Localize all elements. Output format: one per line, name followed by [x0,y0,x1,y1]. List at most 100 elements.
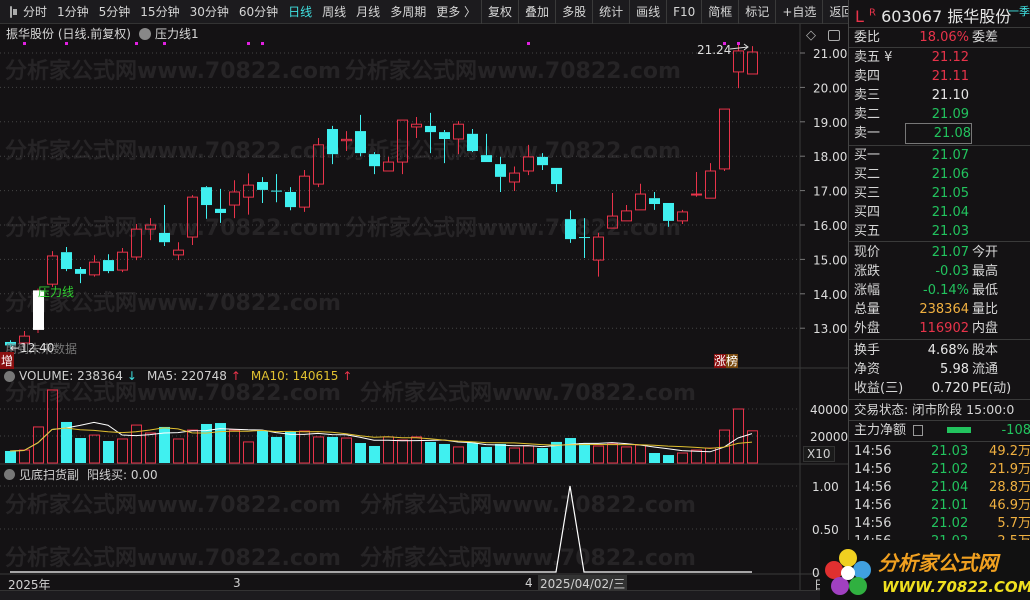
list-icon[interactable] [913,425,923,436]
candle-body [565,219,576,240]
r-tag: R [869,7,876,19]
tick-volume: 28.8万 [989,480,1030,495]
price-tick-label: 13.00 [813,322,847,336]
watermark-text: 分析家公式网www.70822.com [5,215,341,241]
indicator-dropdown-icon[interactable] [4,469,15,480]
signal-marker [737,42,740,45]
bid-row: 买二 21.06 [849,165,1030,184]
stock-code-name: 603067 振华股份 [881,7,1012,26]
row-label: 换手 [854,343,881,358]
trade-status-text: 交易状态: 闭市阶段 15:00:0 [854,402,1015,417]
volume-bar [467,443,478,463]
row-value: 21.11 [931,69,969,84]
watermark-text: 分析家公式网www.70822.com [5,58,341,84]
volume-bar [607,443,618,464]
volume-bar [243,441,254,464]
candle-body [579,237,590,239]
row-value: 21.03 [931,224,969,239]
volume-bar [537,448,548,463]
volume-bar [341,437,352,464]
volume-bar [523,445,534,464]
volume-bar [495,443,506,463]
increase-tag[interactable]: 增 [0,352,15,369]
candle-body [173,249,184,256]
candle-body [369,154,380,167]
candle-body [747,51,758,75]
volume-bar [257,431,268,463]
row-label: 总量 [854,302,881,317]
candle-body [117,251,128,271]
candle-body [201,187,212,206]
candle [229,180,240,219]
row-label: 卖五 ¥ [854,50,893,65]
stat-row: 收益(三) 0.720 PE(动) [849,379,1030,398]
volume-bar [691,449,702,464]
candle [467,129,478,153]
stat-row: 换手 4.68% 股本 [849,341,1030,360]
rank-tag[interactable]: 涨榜 [714,352,739,369]
volume-bar [229,429,240,464]
high-price-label: 21.24 [697,43,732,57]
volume-bar [439,443,450,463]
candle [719,108,730,171]
bottom-tab-bar[interactable] [0,590,848,600]
row-value: 21.07 [931,245,969,260]
volume-bar [19,449,30,464]
signal-marker [23,42,26,45]
tick-volume: 5.7万 [997,516,1030,531]
site-logo: 分析家公式网 WWW.70822.COM [820,540,1030,600]
volume-multiplier[interactable]: X10 [803,446,835,462]
row-label: 卖二 [854,107,881,122]
signal-marker [65,42,68,45]
row-right-label: 量比 [972,302,999,317]
volume-bar [663,455,674,463]
volume-bar [117,438,128,464]
row-right-label: 流通 [972,362,999,377]
row-value: 21.04 [931,205,969,220]
signal-marker [163,42,166,45]
tick-row: 14:56 21.01 46.9万 [849,497,1030,515]
price-tick-label: 21.00 [813,47,847,61]
watermark-text: 分析家公式网www.70822.com [5,380,341,406]
candle-body [467,133,478,152]
candle [117,248,128,273]
season-tag[interactable]: 一季 [1008,3,1030,19]
candle [705,163,716,199]
watermark-text: 分析家公式网www.70822.com [360,380,696,406]
ask-row: 卖一 21.08 [849,123,1030,144]
candle-body [719,108,730,170]
candle [131,223,142,261]
candle-body [229,191,240,206]
row-label: 现价 [854,245,881,260]
volume-bar [565,438,576,463]
tick-price: 21.03 [931,444,969,459]
row-right-label: PE(动) [972,381,1012,396]
volume-bar [159,426,170,463]
main-net-bar [947,427,971,433]
trade-status: 交易状态: 闭市阶段 15:00:0 [849,400,1030,419]
volume-bar [131,424,142,464]
stat-row: 总量 238364 量比 [849,300,1030,319]
volume-bar [355,443,366,463]
candle-body [215,208,226,213]
tick-time: 14:56 [854,516,892,531]
row-label: 委比 [854,30,881,45]
ma5-value: MA5: 220748 [146,369,227,383]
tick-time: 14:56 [854,498,892,513]
candle-body [243,184,254,198]
volume-bar [649,453,660,463]
volume-dropdown-icon[interactable] [4,370,15,382]
candle-body [285,191,296,208]
volume-bar [397,439,408,464]
ask-row: 卖五 ¥ 21.12 [849,48,1030,67]
watermark-text: 分析家公式网www.70822.com [5,545,341,571]
volume-bar [145,432,156,464]
kline-chart[interactable]: 分析家公式网www.70822.com 分析家公式网www.70822.com 分析… [0,0,848,600]
candle-body [89,261,100,276]
tick-time: 14:56 [854,444,892,459]
candle [733,44,744,89]
candle-body [663,202,674,221]
volume-bar [509,447,520,464]
date-label: 3 [233,576,241,590]
svg-text:WWW.70822.COM: WWW.70822.COM [882,578,1030,596]
